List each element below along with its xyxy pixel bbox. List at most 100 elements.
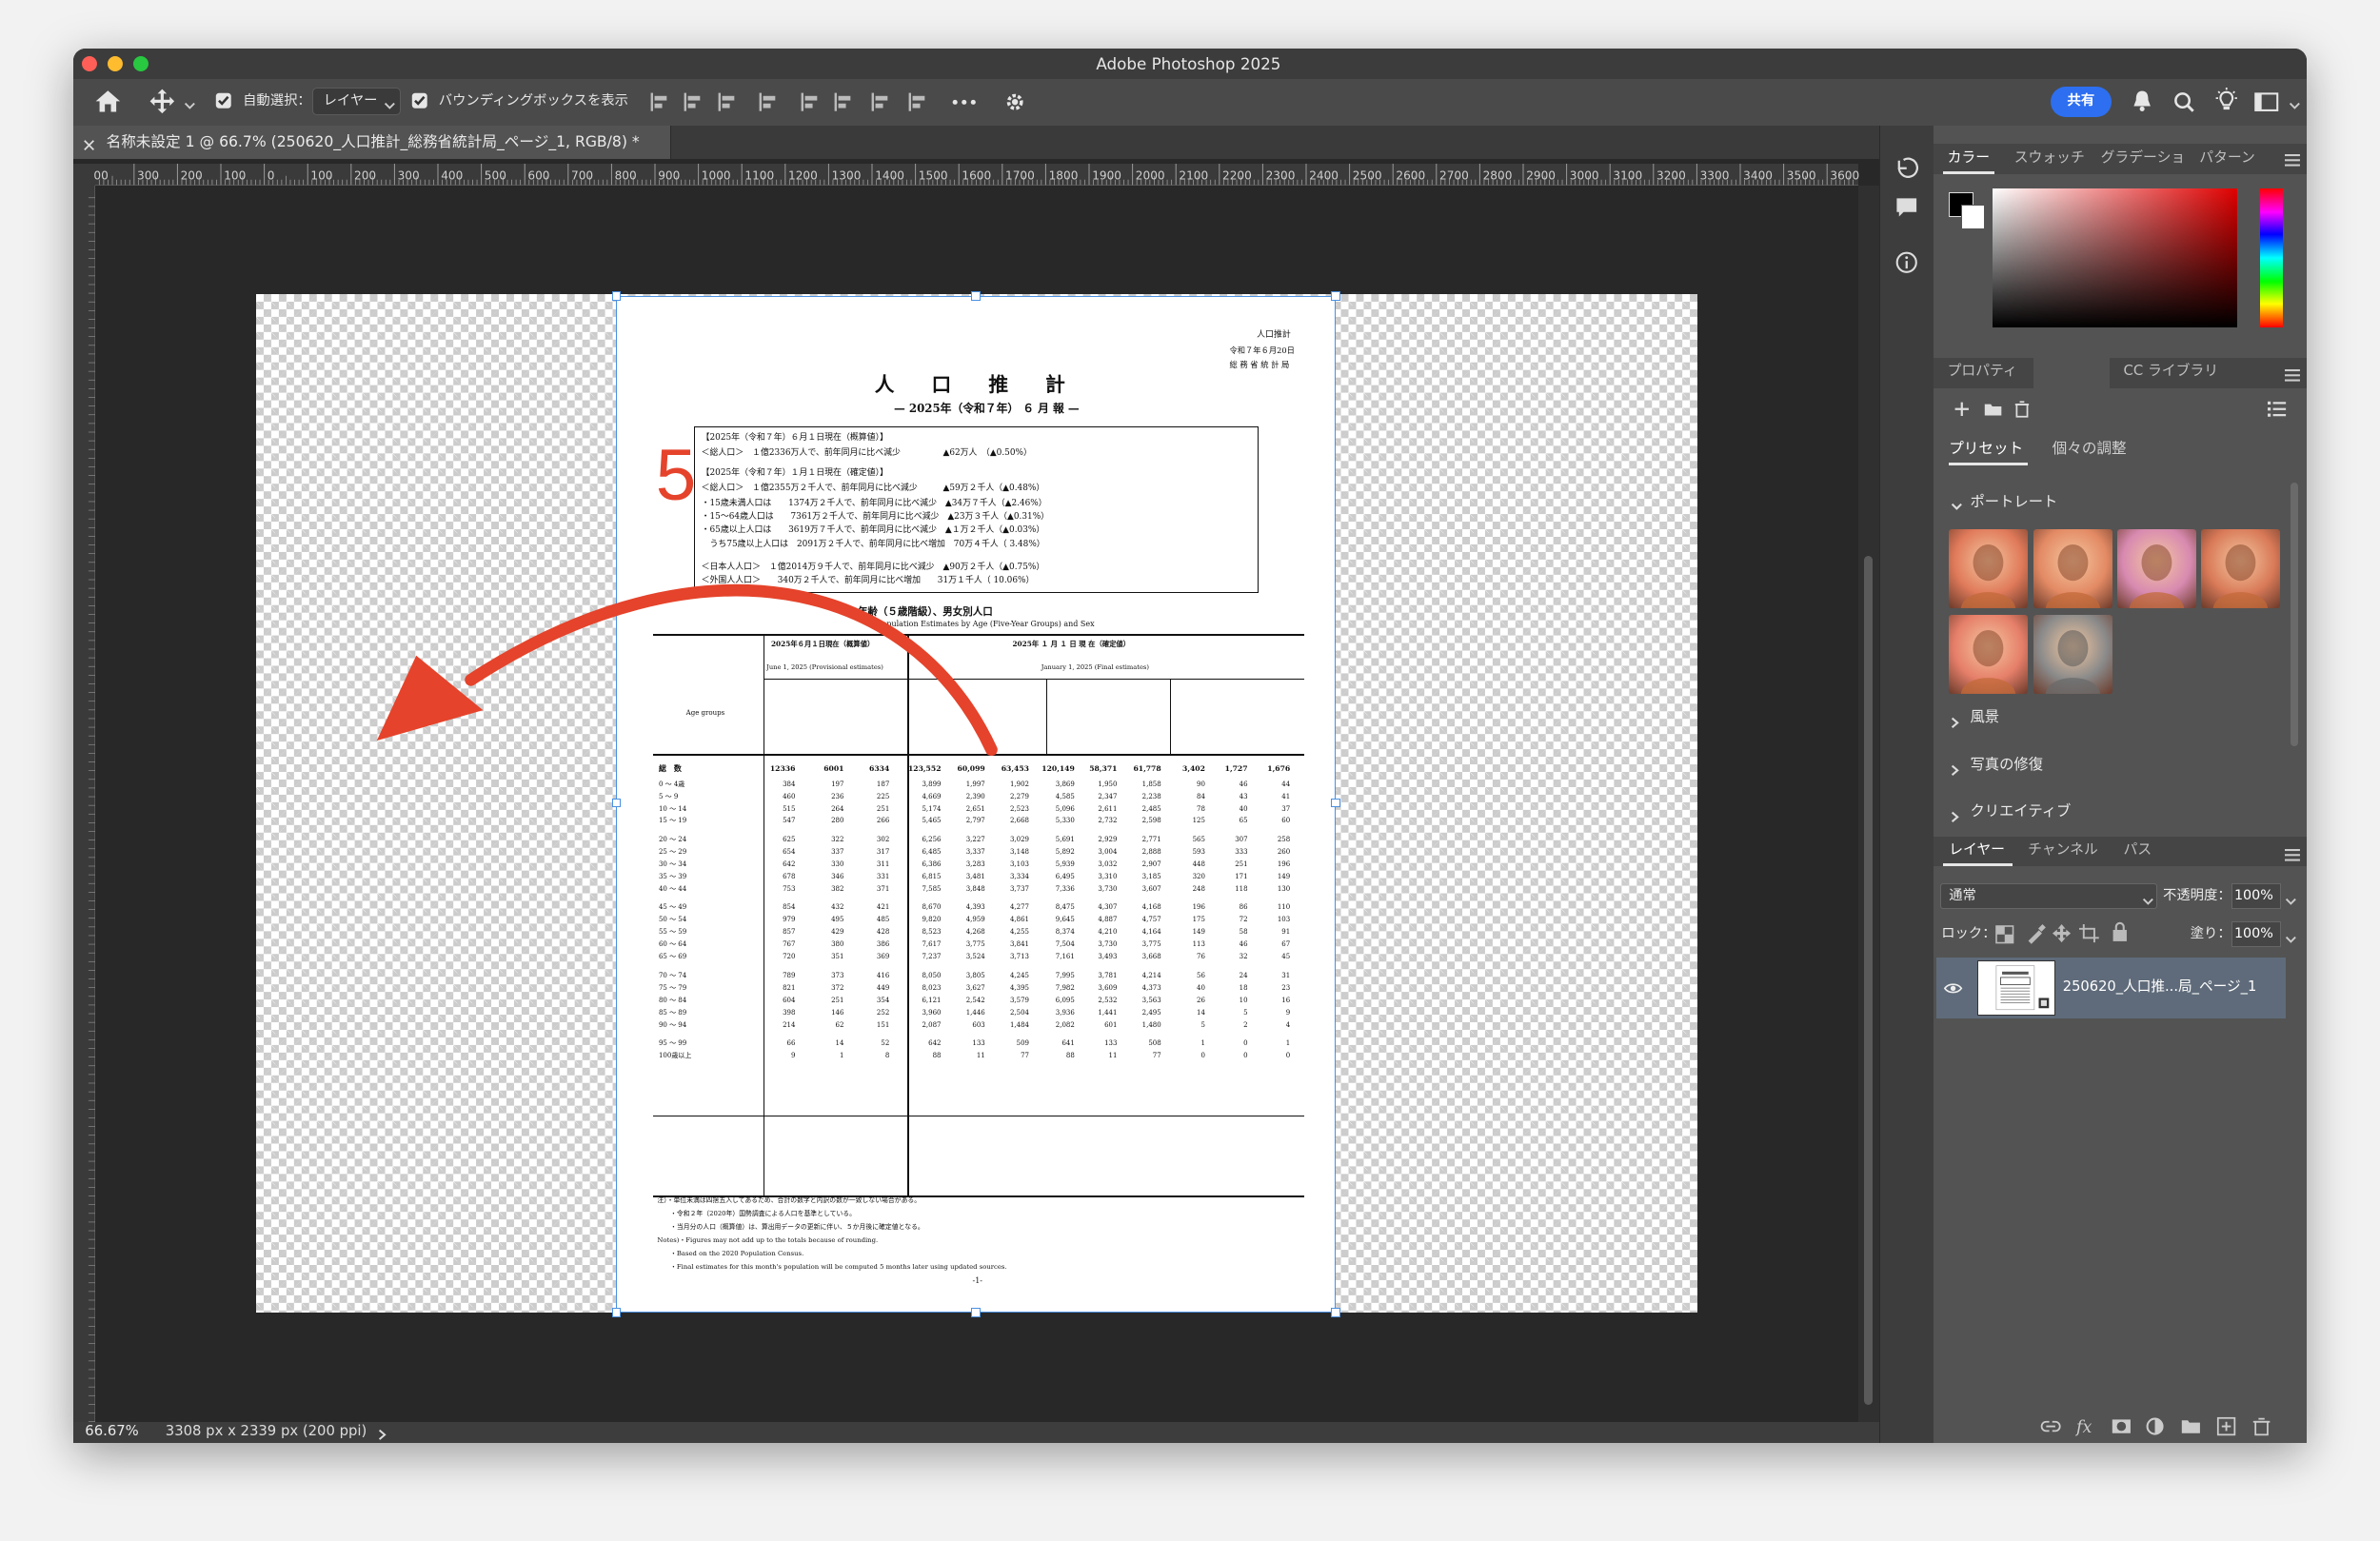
layers-panel-tab[interactable]: チャンネル <box>2028 843 2098 858</box>
color-panel-tab[interactable]: グラデーショ <box>2101 151 2186 166</box>
lock-all-icon[interactable] <box>2112 922 2129 942</box>
transform-handle[interactable] <box>611 291 622 301</box>
chevron-right-icon[interactable] <box>1951 761 1960 776</box>
color-panel-tab[interactable]: パターン <box>2199 151 2255 166</box>
layers-panel-tab[interactable]: パス <box>2124 843 2152 858</box>
section-photo-repair[interactable]: 写真の修復 <box>1971 757 2044 772</box>
distribute-horizontal-icon[interactable] <box>758 91 779 112</box>
opacity-label: 不透明度： <box>2163 888 2231 904</box>
panel-menu-icon[interactable] <box>2284 367 2300 382</box>
ruler-tick-label: 400 <box>442 169 464 183</box>
delete-layer-icon[interactable] <box>2252 1417 2272 1436</box>
lock-transparent-icon[interactable] <box>1994 924 2013 943</box>
adjust-panel-tab[interactable]: プロパティ <box>1948 364 2017 379</box>
home-icon[interactable] <box>94 88 122 115</box>
transform-handle[interactable] <box>1331 798 1340 808</box>
layers-panel-tab[interactable]: レイヤー <box>1949 843 2005 858</box>
link-layers-icon[interactable] <box>2040 1417 2061 1435</box>
history-panel-icon[interactable] <box>1894 156 1919 181</box>
section-creative[interactable]: クリエイティブ <box>1971 803 2072 819</box>
add-adjustment-icon[interactable] <box>1954 401 1971 418</box>
search-icon[interactable] <box>2173 91 2194 112</box>
adjust-subtab-presets[interactable]: プリセット <box>1949 441 2023 457</box>
color-field[interactable] <box>1993 188 2238 328</box>
auto-select-checkbox[interactable] <box>215 92 232 109</box>
adjust-panel-scrollbar[interactable] <box>2290 483 2298 747</box>
ruler-tick-label: 1000 <box>702 169 731 183</box>
ruler-corner <box>72 164 96 186</box>
align-vcenter-icon[interactable] <box>833 91 854 112</box>
info-icon[interactable] <box>1894 250 1919 275</box>
chevron-down-icon[interactable] <box>1951 498 1963 511</box>
lock-position-icon[interactable] <box>2052 923 2071 943</box>
adjust-subtab-individual[interactable]: 個々の調整 <box>2053 441 2127 457</box>
lightbulb-icon[interactable] <box>2214 88 2239 113</box>
comments-icon[interactable] <box>1894 196 1919 219</box>
panel-menu-icon[interactable] <box>2284 847 2300 861</box>
scrollbar-vertical-thumb[interactable] <box>1863 555 1874 1406</box>
ruler-tick-label: 1800 <box>1049 169 1079 183</box>
layer-mask-icon[interactable] <box>2112 1417 2132 1435</box>
close-window-icon[interactable] <box>82 55 98 71</box>
tab-close-icon[interactable] <box>83 136 94 151</box>
transform-handle[interactable] <box>1331 1308 1340 1317</box>
section-landscape[interactable]: 風景 <box>1971 709 2000 724</box>
workspace-dropdown-icon[interactable] <box>2289 97 2301 110</box>
chevron-down-icon[interactable] <box>2285 893 2297 905</box>
ruler-tick-label: 3000 <box>1570 169 1599 183</box>
chevron-right-icon[interactable] <box>1951 715 1960 729</box>
zoom-window-icon[interactable] <box>133 55 149 71</box>
blend-mode-value: 通常 <box>1949 888 1976 904</box>
portrait-preset-thumb[interactable] <box>1949 529 2029 609</box>
hue-slider[interactable] <box>2260 188 2283 328</box>
fx-icon[interactable]: fx <box>2074 1417 2096 1437</box>
transform-handle[interactable] <box>611 1308 622 1317</box>
minimize-window-icon[interactable] <box>108 55 124 71</box>
transform-handle[interactable] <box>1331 291 1340 301</box>
new-layer-icon[interactable] <box>2217 1417 2237 1436</box>
bbox-checkbox[interactable] <box>411 92 428 109</box>
lock-artboard-icon[interactable] <box>2079 923 2100 943</box>
align-top-icon[interactable] <box>800 91 821 112</box>
folder-icon[interactable] <box>1984 403 2002 416</box>
portrait-preset-thumb[interactable] <box>2200 529 2280 609</box>
portrait-preset-thumb[interactable] <box>2033 529 2113 609</box>
panel-menu-icon[interactable] <box>2284 151 2300 167</box>
portrait-preset-thumb[interactable] <box>2117 529 2197 609</box>
portrait-preset-thumb[interactable] <box>2033 614 2113 694</box>
align-bottom-icon[interactable] <box>870 91 891 112</box>
section-portrait[interactable]: ポートレート <box>1971 494 2058 509</box>
chevron-right-icon[interactable] <box>1951 809 1960 822</box>
distribute-vertical-icon[interactable] <box>907 91 928 112</box>
chevron-right-icon[interactable] <box>378 1427 387 1440</box>
gear-icon[interactable] <box>1004 91 1025 112</box>
transform-handle[interactable] <box>611 798 622 808</box>
transform-handle[interactable] <box>971 1308 981 1317</box>
list-view-icon[interactable] <box>2268 401 2287 418</box>
lock-paint-icon[interactable] <box>2027 924 2046 944</box>
portrait-preset-thumb[interactable] <box>1949 614 2029 694</box>
background-swatch[interactable] <box>1960 205 1986 229</box>
window-title: Adobe Photoshop 2025 <box>1096 53 1281 73</box>
adjust-panel-tab[interactable]: CC ライブラリ <box>2124 364 2218 379</box>
transform-handle[interactable] <box>971 291 981 301</box>
layer-name[interactable]: 250620_人口推...局_ページ_1 <box>2063 979 2257 995</box>
align-right-icon[interactable] <box>717 91 738 112</box>
visibility-eye-icon[interactable] <box>1944 980 1963 994</box>
zoom-level[interactable]: 66.67% <box>85 1424 138 1439</box>
move-tool-dropdown-icon[interactable] <box>184 97 196 110</box>
color-panel-tab[interactable]: カラー <box>1948 151 1990 166</box>
adjustment-layer-icon[interactable] <box>2146 1417 2166 1435</box>
workspace-icon[interactable] <box>2253 91 2279 112</box>
annotation-arrow <box>365 546 1002 759</box>
align-hcenter-icon[interactable] <box>683 91 704 112</box>
group-folder-icon[interactable] <box>2181 1417 2201 1435</box>
color-panel-tab[interactable]: スウォッチ <box>2014 151 2085 166</box>
align-left-icon[interactable] <box>649 91 670 112</box>
move-tool-icon[interactable] <box>149 88 176 115</box>
bell-icon[interactable] <box>2132 89 2152 112</box>
chevron-down-icon[interactable] <box>2142 893 2154 905</box>
more-options-icon[interactable] <box>952 94 977 107</box>
trash-icon[interactable] <box>2014 401 2030 418</box>
chevron-down-icon[interactable] <box>2285 930 2297 943</box>
